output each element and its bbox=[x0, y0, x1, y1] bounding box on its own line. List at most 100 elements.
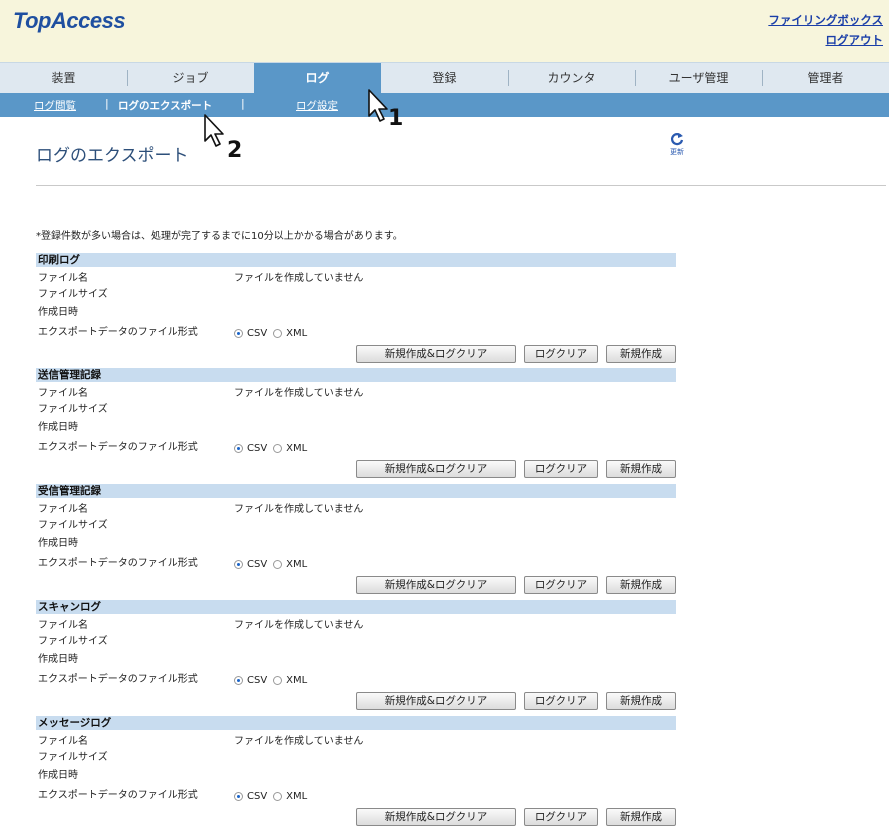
file-name-label: ファイル名 bbox=[38, 620, 88, 631]
section-title: スキャンログ bbox=[36, 600, 676, 614]
xml-label: XML bbox=[286, 443, 308, 454]
create-new-button[interactable]: 新規作成 bbox=[606, 808, 676, 826]
section-buttons: 新規作成&ログクリア ログクリア 新規作成 bbox=[356, 345, 676, 363]
create-and-clear-button[interactable]: 新規作成&ログクリア bbox=[356, 692, 516, 710]
export-format-label: エクスポートデータのファイル形式 bbox=[38, 327, 198, 338]
csv-label: CSV bbox=[247, 328, 268, 339]
section-buttons: 新規作成&ログクリア ログクリア 新規作成 bbox=[356, 576, 676, 594]
created-date-label: 作成日時 bbox=[38, 654, 78, 665]
section-buttons: 新規作成&ログクリア ログクリア 新規作成 bbox=[356, 808, 676, 826]
created-date-label: 作成日時 bbox=[38, 538, 78, 549]
file-status-value: ファイルを作成していません bbox=[234, 736, 364, 747]
callout-number-2: 2 bbox=[227, 138, 243, 163]
create-and-clear-button[interactable]: 新規作成&ログクリア bbox=[356, 345, 516, 363]
xml-radio[interactable] bbox=[273, 444, 283, 453]
section-title: 印刷ログ bbox=[36, 253, 676, 267]
tab-administrator[interactable]: 管理者 bbox=[762, 63, 889, 94]
mouse-cursor-icon bbox=[204, 114, 224, 147]
create-new-button[interactable]: 新規作成 bbox=[606, 345, 676, 363]
file-name-label: ファイル名 bbox=[38, 273, 88, 284]
tab-registration[interactable]: 登録 bbox=[381, 63, 508, 94]
csv-radio[interactable] bbox=[234, 444, 243, 453]
create-and-clear-button[interactable]: 新規作成&ログクリア bbox=[356, 808, 516, 826]
file-size-label: ファイルサイズ bbox=[38, 289, 108, 300]
csv-radio[interactable] bbox=[234, 792, 243, 801]
created-date-label: 作成日時 bbox=[38, 770, 78, 781]
xml-radio[interactable] bbox=[273, 329, 283, 338]
format-radio-group: CSV XML bbox=[234, 443, 307, 454]
export-format-label: エクスポートデータのファイル形式 bbox=[38, 790, 198, 801]
file-size-label: ファイルサイズ bbox=[38, 636, 108, 647]
export-format-label: エクスポートデータのファイル形式 bbox=[38, 674, 198, 685]
export-format-label: エクスポートデータのファイル形式 bbox=[38, 558, 198, 569]
log-section: 送信管理記録 ファイル名 ファイルを作成していません ファイルサイズ 作成日時 … bbox=[36, 368, 676, 484]
file-status-value: ファイルを作成していません bbox=[234, 504, 364, 515]
export-format-label: エクスポートデータのファイル形式 bbox=[38, 442, 198, 453]
create-new-button[interactable]: 新規作成 bbox=[606, 576, 676, 594]
csv-label: CSV bbox=[247, 675, 268, 686]
csv-label: CSV bbox=[247, 559, 268, 570]
csv-label: CSV bbox=[247, 791, 268, 802]
tab-user-management[interactable]: ユーザ管理 bbox=[635, 63, 762, 94]
tab-log[interactable]: ログ bbox=[254, 63, 381, 94]
main-tabs: 装置 ジョブ ログ 登録 カウンタ ユーザ管理 管理者 bbox=[0, 62, 889, 94]
log-section: メッセージログ ファイル名 ファイルを作成していません ファイルサイズ 作成日時… bbox=[36, 716, 676, 832]
title-divider bbox=[36, 185, 886, 186]
create-and-clear-button[interactable]: 新規作成&ログクリア bbox=[356, 460, 516, 478]
file-status-value: ファイルを作成していません bbox=[234, 388, 364, 399]
csv-radio[interactable] bbox=[234, 676, 243, 685]
file-size-label: ファイルサイズ bbox=[38, 752, 108, 763]
logout-link[interactable]: ログアウト bbox=[768, 30, 884, 50]
file-name-label: ファイル名 bbox=[38, 504, 88, 515]
section-title: 送信管理記録 bbox=[36, 368, 676, 382]
created-date-label: 作成日時 bbox=[38, 422, 78, 433]
create-new-button[interactable]: 新規作成 bbox=[606, 460, 676, 478]
file-status-value: ファイルを作成していません bbox=[234, 620, 364, 631]
format-radio-group: CSV XML bbox=[234, 328, 307, 339]
created-date-label: 作成日時 bbox=[38, 307, 78, 318]
subnav-log-export[interactable]: ログのエクスポート bbox=[118, 98, 212, 113]
csv-radio[interactable] bbox=[234, 329, 243, 338]
create-new-button[interactable]: 新規作成 bbox=[606, 692, 676, 710]
tab-device[interactable]: 装置 bbox=[0, 63, 127, 94]
create-and-clear-button[interactable]: 新規作成&ログクリア bbox=[356, 576, 516, 594]
format-radio-group: CSV XML bbox=[234, 675, 307, 686]
subnav-separator: | bbox=[105, 97, 109, 110]
subnav-log-settings[interactable]: ログ設定 bbox=[296, 98, 338, 113]
csv-radio[interactable] bbox=[234, 560, 243, 569]
log-section: 印刷ログ ファイル名 ファイルを作成していません ファイルサイズ 作成日時 エク… bbox=[36, 253, 676, 369]
xml-radio[interactable] bbox=[273, 792, 283, 801]
log-section: 受信管理記録 ファイル名 ファイルを作成していません ファイルサイズ 作成日時 … bbox=[36, 484, 676, 600]
format-radio-group: CSV XML bbox=[234, 559, 307, 570]
xml-label: XML bbox=[286, 791, 308, 802]
csv-label: CSV bbox=[247, 443, 268, 454]
xml-radio[interactable] bbox=[273, 560, 283, 569]
xml-radio[interactable] bbox=[273, 676, 283, 685]
header-bar: TopAccess ファイリングボックス ログアウト bbox=[0, 0, 889, 62]
topaccess-logo: TopAccess bbox=[13, 8, 126, 33]
clear-log-button[interactable]: ログクリア bbox=[524, 692, 598, 710]
xml-label: XML bbox=[286, 328, 308, 339]
refresh-label: 更新 bbox=[670, 148, 684, 156]
clear-log-button[interactable]: ログクリア bbox=[524, 808, 598, 826]
clear-log-button[interactable]: ログクリア bbox=[524, 460, 598, 478]
subnav-separator: | bbox=[241, 97, 245, 110]
tab-job[interactable]: ジョブ bbox=[127, 63, 254, 94]
file-name-label: ファイル名 bbox=[38, 388, 88, 399]
section-buttons: 新規作成&ログクリア ログクリア 新規作成 bbox=[356, 460, 676, 478]
refresh-button[interactable]: 更新 bbox=[670, 132, 688, 156]
xml-label: XML bbox=[286, 559, 308, 570]
subnav-log-view[interactable]: ログ閲覧 bbox=[34, 98, 76, 113]
file-status-value: ファイルを作成していません bbox=[234, 273, 364, 284]
page-title: ログのエクスポート bbox=[36, 146, 189, 166]
section-buttons: 新規作成&ログクリア ログクリア 新規作成 bbox=[356, 692, 676, 710]
processing-note: *登録件数が多い場合は、処理が完了するまでに10分以上かかる場合があります。 bbox=[36, 231, 403, 242]
xml-label: XML bbox=[286, 675, 308, 686]
clear-log-button[interactable]: ログクリア bbox=[524, 345, 598, 363]
tab-counter[interactable]: カウンタ bbox=[508, 63, 635, 94]
clear-log-button[interactable]: ログクリア bbox=[524, 576, 598, 594]
file-size-label: ファイルサイズ bbox=[38, 404, 108, 415]
file-size-label: ファイルサイズ bbox=[38, 520, 108, 531]
filing-box-link[interactable]: ファイリングボックス bbox=[768, 10, 883, 30]
callout-number-1: 1 bbox=[388, 106, 404, 131]
